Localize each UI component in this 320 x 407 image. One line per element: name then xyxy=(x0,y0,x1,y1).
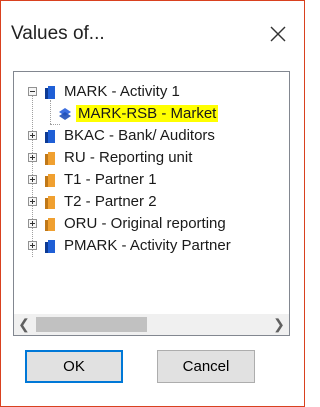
tree-item-label: BKAC - Bank/ Auditors xyxy=(64,127,215,144)
dialog-title: Values of... xyxy=(11,23,105,44)
blue-book-icon xyxy=(45,240,55,253)
expand-icon[interactable] xyxy=(28,219,37,228)
tree-item-oru[interactable]: ORU - Original reporting xyxy=(14,213,289,235)
tree-item-label: T1 - Partner 1 xyxy=(64,171,157,188)
expand-icon[interactable] xyxy=(28,241,37,250)
values-tree[interactable]: MARK - Activity 1 MARK-RSB - Market BKAC… xyxy=(13,71,290,336)
blue-diamond-stack-icon xyxy=(59,108,71,120)
tree-item-bkac[interactable]: BKAC - Bank/ Auditors xyxy=(14,125,289,147)
expand-icon[interactable] xyxy=(28,175,37,184)
orange-book-icon xyxy=(45,218,55,231)
tree-item-label: RU - Reporting unit xyxy=(64,149,193,166)
tree-item-ru[interactable]: RU - Reporting unit xyxy=(14,147,289,169)
blue-book-icon xyxy=(45,130,55,143)
ok-button[interactable]: OK xyxy=(25,350,123,383)
tree-item-t1[interactable]: T1 - Partner 1 xyxy=(14,169,289,191)
tree-item-label: T2 - Partner 2 xyxy=(64,193,157,210)
tree-item-label: PMARK - Activity Partner xyxy=(64,237,231,254)
scroll-left-arrow-icon[interactable]: ❮ xyxy=(14,314,34,335)
tree-item-mark-rsb[interactable]: MARK-RSB - Market xyxy=(14,103,289,125)
orange-book-icon xyxy=(45,152,55,165)
scrollbar-thumb[interactable] xyxy=(36,317,147,332)
blue-book-icon xyxy=(45,86,55,99)
close-x-icon[interactable] xyxy=(265,21,291,47)
orange-book-icon xyxy=(45,196,55,209)
orange-book-icon xyxy=(45,174,55,187)
values-dialog: Values of... MARK - Activity 1 MARK-RSB … xyxy=(0,0,305,407)
tree-item-t2[interactable]: T2 - Partner 2 xyxy=(14,191,289,213)
expand-icon[interactable] xyxy=(28,153,37,162)
collapse-icon[interactable] xyxy=(28,87,37,96)
highlighted-label: MARK-RSB - Market xyxy=(76,105,219,122)
cancel-button[interactable]: Cancel xyxy=(157,350,255,383)
horizontal-scrollbar[interactable]: ❮ ❯ xyxy=(14,314,289,335)
expand-icon[interactable] xyxy=(28,131,37,140)
tree-item-label: ORU - Original reporting xyxy=(64,215,226,232)
expand-icon[interactable] xyxy=(28,197,37,206)
tree-item-mark[interactable]: MARK - Activity 1 xyxy=(14,81,289,103)
tree-item-pmark[interactable]: PMARK - Activity Partner xyxy=(14,235,289,257)
tree-item-label: MARK - Activity 1 xyxy=(64,83,180,100)
scroll-right-arrow-icon[interactable]: ❯ xyxy=(269,314,289,335)
